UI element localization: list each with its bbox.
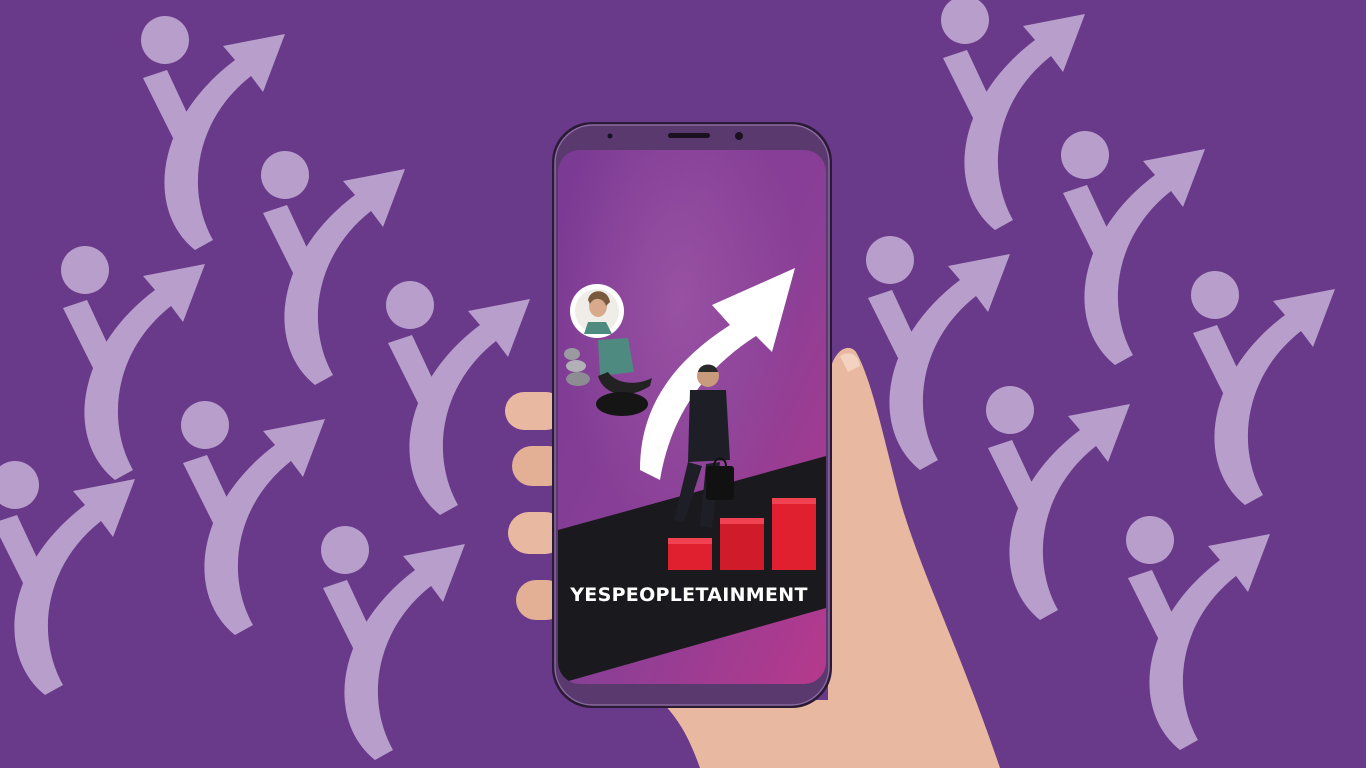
sensor <box>607 133 613 139</box>
smartphone <box>552 122 832 708</box>
woman-figure <box>598 338 634 376</box>
stones <box>564 348 580 360</box>
brand-title: YESPEOPLETAINMENT <box>570 584 808 606</box>
briefcase <box>706 466 734 500</box>
speaker-grille <box>668 133 710 138</box>
front-camera <box>735 132 743 140</box>
scene: YESPEOPLETAINMENT <box>0 0 1366 768</box>
